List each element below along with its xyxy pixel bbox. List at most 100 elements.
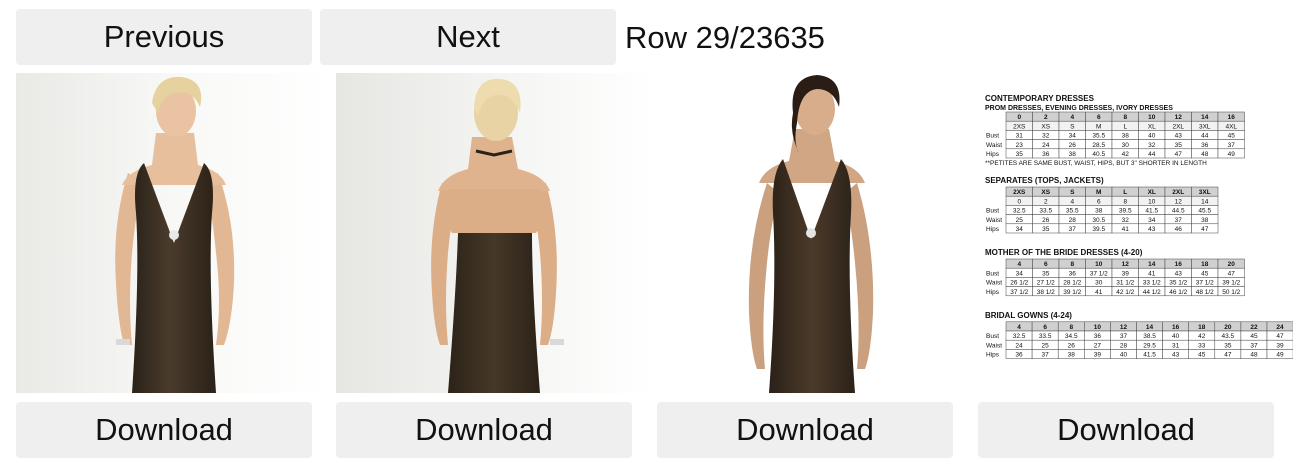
chart-value-text: 43 (1175, 270, 1183, 277)
chart-value-text: 43 (1175, 133, 1183, 140)
chart-header-text: 24 (1276, 324, 1284, 331)
chart-header-text: 2 (1044, 198, 1048, 205)
chart-value-text: 36 (1201, 142, 1209, 149)
chart-value-text: 31 (1016, 133, 1024, 140)
chart-value-text: 47 (1224, 352, 1232, 359)
chart-header-text: 12 (1175, 114, 1183, 121)
chart-row-label: Waist (986, 342, 1002, 349)
chart-value-text: 41.5 (1143, 352, 1156, 359)
chart-value-text: 34 (1016, 226, 1024, 233)
previous-button[interactable]: Previous (16, 9, 312, 65)
chart-value-text: 41 (1122, 226, 1130, 233)
chart-header-text: 2XS (1013, 189, 1026, 196)
chart-value-text: 48 (1250, 352, 1258, 359)
chart-row-label: Bust (986, 133, 999, 140)
chart-row-label: Waist (986, 280, 1002, 287)
chart-header-text: 6 (1097, 114, 1101, 121)
download-button-1[interactable]: Download (16, 402, 312, 458)
chart-value-text: 45.5 (1198, 208, 1211, 215)
chart-value-text: 43.5 (1222, 333, 1235, 340)
chart-value-text: 34 (1148, 217, 1156, 224)
chart-value-text: 34.5 (1065, 333, 1078, 340)
chart-value-text: 45 (1198, 352, 1206, 359)
chart-value-text: 37 (1042, 352, 1050, 359)
chart-value-text: 47 (1276, 333, 1284, 340)
chart-row-label: Hips (986, 151, 1000, 158)
chart-value-text: 39 1/2 (1222, 280, 1240, 287)
chart-header-text: 4 (1017, 324, 1021, 331)
chart-value-text: 41.5 (1145, 208, 1158, 215)
size-chart-image: CONTEMPORARY DRESSES PROM DRESSES, EVENIN… (977, 73, 1293, 393)
chart-value-text: 37 (1120, 333, 1128, 340)
chart-value-text: 47 (1228, 270, 1236, 277)
chart-value-text: 42 (1122, 151, 1130, 158)
chart-value-text: 32.5 (1013, 208, 1026, 215)
chart-value-text: 32 (1148, 142, 1156, 149)
chart-value-text: 39 (1276, 342, 1284, 349)
chart-header-text: XL (1148, 123, 1156, 130)
chart-header-text: 18 (1198, 324, 1206, 331)
chart-value-text: 45 (1228, 133, 1236, 140)
chart-value-text: 30.5 (1092, 217, 1105, 224)
chart-value-text: 48 1/2 (1196, 289, 1214, 296)
chart-header-text: XS (1041, 189, 1050, 196)
chart-header-text: 6 (1043, 324, 1047, 331)
chart-value-text: 37 (1228, 142, 1236, 149)
chart-header-text: 4 (1070, 198, 1074, 205)
chart-value-text: 28 (1069, 217, 1077, 224)
chart-row-label: Hips (986, 289, 1000, 296)
chart-header-text: 20 (1228, 261, 1236, 268)
chart-header-text: 6 (1097, 198, 1101, 205)
chart-header-text: 14 (1201, 198, 1209, 205)
chart-value-text: 35 (1042, 270, 1050, 277)
chart-value-text: 25 (1016, 217, 1024, 224)
chart-header-text: 12 (1122, 261, 1130, 268)
chart-row-label: Waist (986, 142, 1002, 149)
chart-value-text: 38 1/2 (1037, 289, 1055, 296)
chart-header-text: 8 (1123, 198, 1127, 205)
chart-value-text: 26 (1068, 342, 1076, 349)
chart-header-text: 10 (1095, 261, 1103, 268)
chart-value-text: 30 (1122, 142, 1130, 149)
chart-value-text: 34 (1016, 270, 1024, 277)
chart-value-text: 36 (1069, 270, 1077, 277)
chart-value-text: 32 (1122, 217, 1130, 224)
chart-header-text: 4 (1070, 114, 1074, 121)
chart-header-text: 16 (1228, 114, 1236, 121)
chart-value-text: 24 (1015, 342, 1023, 349)
chart-value-text: 35.5 (1092, 133, 1105, 140)
chart-note: **PETITES ARE SAME BUST, WAIST, HIPS, BU… (985, 160, 1207, 167)
chart-value-text: 37 1/2 (1090, 270, 1108, 277)
chart-value-text: 38 (1069, 151, 1077, 158)
chart-value-text: 35 1/2 (1169, 280, 1187, 287)
next-button[interactable]: Next (320, 9, 616, 65)
download-button-4[interactable]: Download (978, 402, 1274, 458)
chart-value-text: 27 (1094, 342, 1102, 349)
chart-value-text: 26 (1069, 142, 1077, 149)
chart-value-text: 36 (1015, 352, 1023, 359)
chart-value-text: 49 (1228, 151, 1236, 158)
chart-value-text: 25 (1042, 342, 1050, 349)
chart-header-text: 12 (1175, 198, 1183, 205)
chart-value-text: 41 (1095, 289, 1103, 296)
chart-header-text: 0 (1017, 114, 1021, 121)
chart-value-text: 33.5 (1039, 208, 1052, 215)
chart-value-text: 38 (1095, 208, 1103, 215)
chart-value-text: 39.5 (1119, 208, 1132, 215)
download-button-2[interactable]: Download (336, 402, 632, 458)
chart-value-text: 31 1/2 (1116, 280, 1134, 287)
chart-value-text: 45 (1201, 270, 1209, 277)
chart-value-text: 35 (1016, 151, 1024, 158)
chart-value-text: 47 (1201, 226, 1209, 233)
chart-section-title: CONTEMPORARY DRESSES (985, 94, 1095, 103)
download-button-3[interactable]: Download (657, 402, 953, 458)
chart-header-text: M (1096, 189, 1101, 196)
chart-value-text: 42 1/2 (1116, 289, 1134, 296)
chart-value-text: 48 (1201, 151, 1209, 158)
chart-value-text: 42 (1198, 333, 1206, 340)
chart-header-text: 3XL (1199, 123, 1211, 130)
chart-header-text: L (1123, 123, 1127, 130)
chart-value-text: 43 (1148, 226, 1156, 233)
chart-value-text: 35.5 (1066, 208, 1079, 215)
chart-row-label: Bust (986, 333, 999, 340)
